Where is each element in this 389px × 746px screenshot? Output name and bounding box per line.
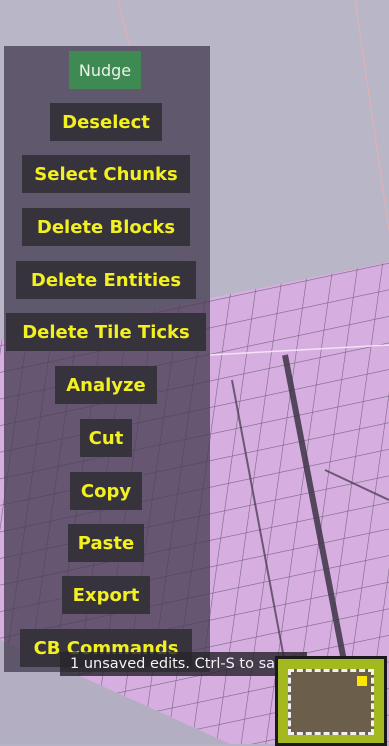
delete-blocks-button[interactable]: Delete Blocks xyxy=(22,208,190,246)
hotbar-selected-slot[interactable] xyxy=(275,656,387,746)
selection-tool-slot-icon xyxy=(288,669,374,735)
deselect-button[interactable]: Deselect xyxy=(50,103,162,141)
paste-button[interactable]: Paste xyxy=(68,524,144,562)
nudge-button[interactable]: Nudge xyxy=(69,51,141,89)
cut-button[interactable]: Cut xyxy=(80,419,132,457)
unsaved-edits-status: 1 unsaved edits. Ctrl-S to save. xyxy=(60,652,308,676)
analyze-button[interactable]: Analyze xyxy=(55,366,157,404)
delete-entities-button[interactable]: Delete Entities xyxy=(16,261,196,299)
delete-tile-ticks-button[interactable]: Delete Tile Ticks xyxy=(6,313,206,351)
selection-tools-panel: Nudge Deselect Select Chunks Delete Bloc… xyxy=(4,46,210,672)
export-button[interactable]: Export xyxy=(62,576,150,614)
select-chunks-button[interactable]: Select Chunks xyxy=(22,155,190,193)
selection-corner-icon xyxy=(357,676,367,686)
copy-button[interactable]: Copy xyxy=(70,472,142,510)
